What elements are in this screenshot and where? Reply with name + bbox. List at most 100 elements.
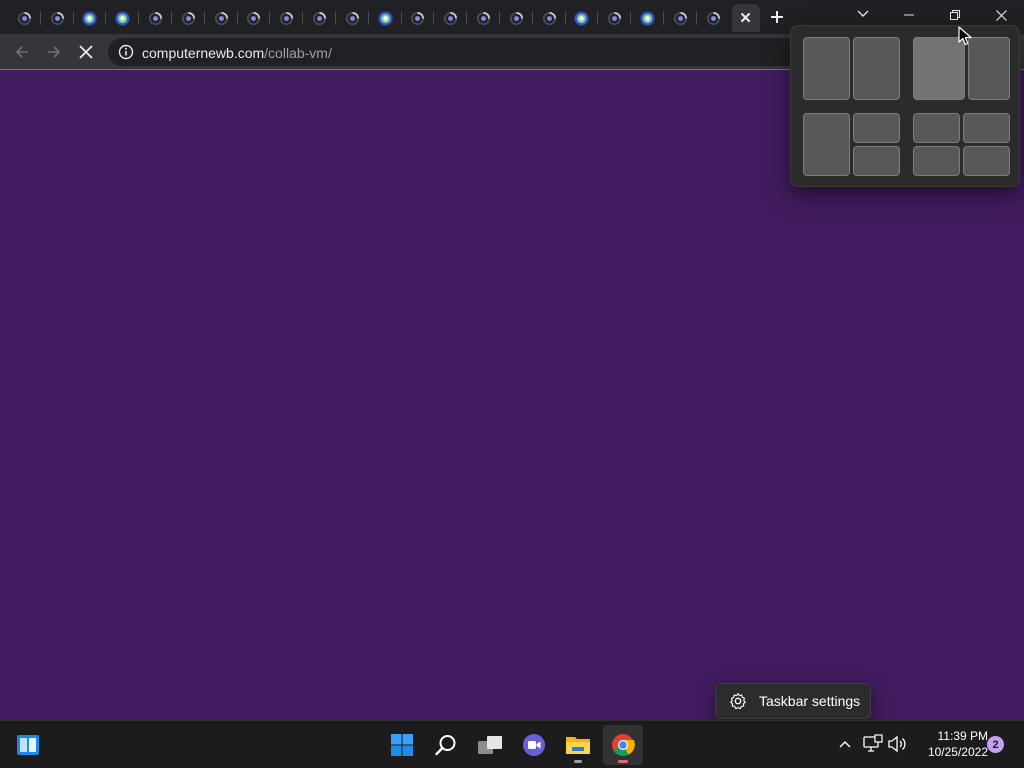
browser-tab[interactable] xyxy=(8,4,41,32)
info-icon[interactable] xyxy=(118,44,134,60)
show-hidden-icons-button[interactable] xyxy=(834,733,856,755)
pbs-logo-icon xyxy=(640,10,655,26)
pbs-logo-icon xyxy=(115,10,130,26)
file-explorer-button[interactable] xyxy=(558,725,598,765)
browser-tab[interactable] xyxy=(369,4,402,32)
browser-tab[interactable] xyxy=(566,4,599,32)
snap-layouts-flyout xyxy=(790,25,1020,187)
url-host: computernewb.com xyxy=(142,45,265,61)
snap-zone-layout4-bottom-left[interactable] xyxy=(913,146,960,176)
pbs-logo-icon xyxy=(378,10,393,26)
stop-loading-button[interactable] xyxy=(72,38,100,66)
browser-tab[interactable] xyxy=(106,4,139,32)
snap-zone-layout2-right[interactable] xyxy=(968,37,1010,100)
browser-tab[interactable] xyxy=(664,4,697,32)
pbs-logo-icon xyxy=(574,10,589,26)
close-icon xyxy=(995,9,1007,21)
task-view-icon xyxy=(478,736,502,754)
loading-spinner-icon xyxy=(476,11,491,25)
browser-tab[interactable] xyxy=(74,4,107,32)
snap-zone-layout4-top-right[interactable] xyxy=(963,113,1010,143)
loading-spinner-icon xyxy=(608,11,622,25)
chat-button[interactable] xyxy=(514,725,554,765)
tab-search-button[interactable] xyxy=(852,2,874,26)
minimize-icon xyxy=(904,14,914,16)
new-tab-button[interactable] xyxy=(766,6,788,28)
browser-tab[interactable] xyxy=(303,4,336,32)
browser-tab[interactable] xyxy=(270,4,303,32)
browser-tab[interactable] xyxy=(467,4,500,32)
loading-spinner-icon xyxy=(673,11,687,25)
focused-indicator xyxy=(618,760,628,763)
loading-spinner-icon xyxy=(411,11,425,25)
snap-zone-layout3-bottom-right[interactable] xyxy=(853,146,900,176)
chrome-button[interactable] xyxy=(603,725,643,765)
browser-tab[interactable] xyxy=(172,4,205,32)
taskbar-settings-menu-item[interactable]: Taskbar settings xyxy=(759,693,860,709)
loading-spinner-icon xyxy=(280,11,294,25)
start-button[interactable] xyxy=(382,725,422,765)
url-path: /collab-vm/ xyxy=(264,45,332,61)
system-clock[interactable]: 11:39 PM 10/25/2022 xyxy=(914,728,988,760)
arrow-left-icon xyxy=(15,46,28,58)
loading-spinner-icon xyxy=(247,11,261,25)
loading-spinner-icon xyxy=(181,11,195,25)
running-indicator xyxy=(574,760,582,763)
snap-zone-layout4-top-left[interactable] xyxy=(913,113,960,143)
snap-zone-layout1-right[interactable] xyxy=(853,37,900,100)
active-browser-tab[interactable]: ✕ xyxy=(731,4,760,32)
snap-zone-layout3-top-right[interactable] xyxy=(853,113,900,143)
taskbar: 11:39 PM 10/25/2022 2 xyxy=(0,720,1024,768)
tab-close-button[interactable]: ✕ xyxy=(739,11,752,26)
search-button[interactable] xyxy=(426,725,466,765)
loading-spinner-icon xyxy=(50,11,64,25)
widgets-button[interactable] xyxy=(8,725,48,765)
loading-spinner-icon xyxy=(313,11,327,25)
task-view-button[interactable] xyxy=(470,725,510,765)
folder-icon xyxy=(566,737,590,754)
browser-tab[interactable] xyxy=(533,4,566,32)
forward-button[interactable] xyxy=(40,38,68,66)
clock-date: 10/25/2022 xyxy=(927,745,988,759)
browser-tab[interactable] xyxy=(598,4,631,32)
browser-tab[interactable] xyxy=(205,4,238,32)
loading-spinner-icon xyxy=(345,11,359,25)
browser-tab[interactable] xyxy=(238,4,271,32)
snap-zone-layout3-left[interactable] xyxy=(803,113,850,176)
loading-spinner-icon xyxy=(509,11,523,25)
chevron-up-icon xyxy=(839,741,851,748)
desktop-screen: ✕ computernewb.com/collab-vm/ Taskbar se… xyxy=(0,0,1024,768)
loading-spinner-icon xyxy=(149,11,163,25)
snap-zone-layout4-bottom-right[interactable] xyxy=(963,146,1010,176)
gear-icon xyxy=(730,693,746,710)
clock-time: 11:39 PM xyxy=(937,729,988,743)
snap-zone-layout2-left[interactable] xyxy=(913,37,965,100)
windows-logo-icon xyxy=(391,734,413,756)
chrome-icon xyxy=(612,734,635,756)
browser-tab[interactable] xyxy=(631,4,664,32)
tab-list: ✕ xyxy=(8,4,760,32)
browser-tab[interactable] xyxy=(500,4,533,32)
url-text: computernewb.com/collab-vm/ xyxy=(142,45,332,61)
back-button[interactable] xyxy=(8,38,36,66)
loading-spinner-icon xyxy=(17,11,31,25)
loading-spinner-icon xyxy=(706,11,720,25)
browser-tab[interactable] xyxy=(402,4,435,32)
network-icon[interactable] xyxy=(862,733,884,755)
loading-spinner-icon xyxy=(444,11,458,25)
loading-spinner-icon xyxy=(542,11,556,25)
plus-icon xyxy=(771,11,783,23)
browser-tab[interactable] xyxy=(139,4,172,32)
browser-tab[interactable] xyxy=(434,4,467,32)
chevron-down-icon xyxy=(857,10,869,17)
volume-icon[interactable] xyxy=(886,733,908,755)
browser-tab[interactable] xyxy=(41,4,74,32)
notification-badge[interactable]: 2 xyxy=(987,736,1004,753)
close-icon xyxy=(79,45,93,59)
browser-tab[interactable] xyxy=(336,4,369,32)
restore-icon xyxy=(950,10,960,20)
browser-tab[interactable] xyxy=(697,4,730,32)
snap-zone-layout1-left[interactable] xyxy=(803,37,850,100)
widgets-icon xyxy=(17,735,39,755)
arrow-right-icon xyxy=(48,46,61,58)
